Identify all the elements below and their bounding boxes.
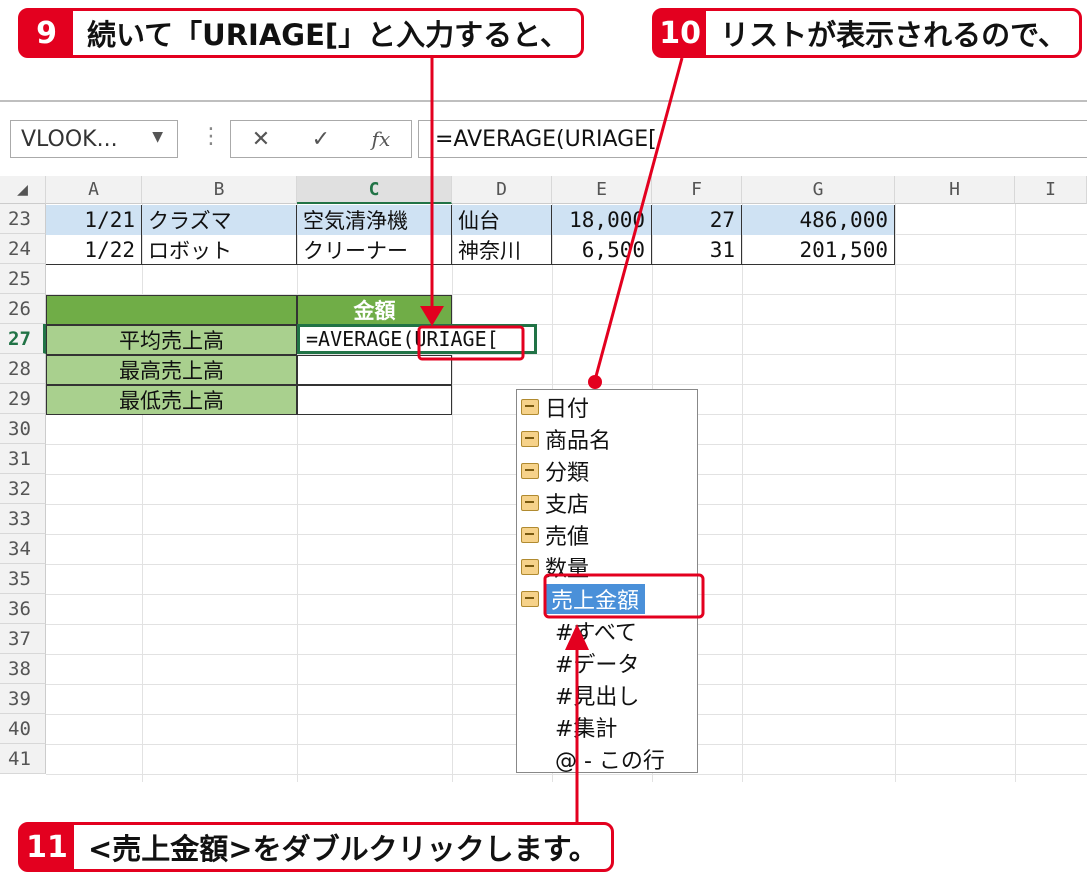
row-header-36[interactable]: 36 bbox=[0, 594, 46, 624]
row-header-28[interactable]: 28 bbox=[0, 354, 46, 384]
row-header-26[interactable]: 26 bbox=[0, 294, 46, 324]
row-header-32[interactable]: 32 bbox=[0, 474, 46, 504]
row-header-35[interactable]: 35 bbox=[0, 564, 46, 594]
callout-step-11: 11 <売上金額>をダブルクリックします。 bbox=[18, 822, 614, 872]
item-label: 売値 bbox=[545, 525, 590, 550]
autocomplete-item[interactable]: 商品名 bbox=[521, 424, 611, 454]
row-header-24[interactable]: 24 bbox=[0, 234, 46, 264]
table-column-icon bbox=[521, 527, 539, 543]
callout-step-10: 10 リストが表示されるので、 bbox=[652, 8, 1082, 58]
row-header-31[interactable]: 31 bbox=[0, 444, 46, 474]
summary-header-blank[interactable] bbox=[46, 295, 297, 325]
cell-c24[interactable]: クリーナー bbox=[297, 235, 452, 265]
chevron-down-icon[interactable]: ▼ bbox=[152, 129, 163, 145]
table-column-icon bbox=[521, 399, 539, 415]
label-average-sales[interactable]: 平均売上高 bbox=[46, 325, 297, 355]
column-header-e[interactable]: E bbox=[552, 176, 652, 204]
row-header-30[interactable]: 30 bbox=[0, 414, 46, 444]
autocomplete-item-selected[interactable]: 売上金額 bbox=[521, 584, 646, 614]
autocomplete-item[interactable]: 支店 bbox=[521, 488, 589, 518]
autocomplete-list[interactable]: 日付 商品名 分類 支店 売値 数量 売上金額 #すべて #データ #見出し #… bbox=[516, 389, 698, 774]
column-header-b[interactable]: B bbox=[142, 176, 297, 204]
row-header-29[interactable]: 29 bbox=[0, 384, 46, 414]
column-header-g[interactable]: G bbox=[742, 176, 895, 204]
step-number: 11 bbox=[20, 825, 74, 869]
cell-c27-editing[interactable]: =AVERAGE(URIAGE[ bbox=[297, 324, 537, 354]
item-label: 商品名 bbox=[545, 429, 612, 454]
callout-step-9: 9 続いて「URIAGE[」と入力すると、 bbox=[18, 8, 584, 58]
autocomplete-item[interactable]: #集計 bbox=[555, 712, 617, 742]
row-header-39[interactable]: 39 bbox=[0, 684, 46, 714]
row-header-25[interactable]: 25 bbox=[0, 264, 46, 294]
row-header-34[interactable]: 34 bbox=[0, 534, 46, 564]
cell-f24[interactable]: 31 bbox=[652, 235, 742, 265]
cell-g23[interactable]: 486,000 bbox=[742, 205, 895, 235]
table-column-icon bbox=[521, 591, 539, 607]
cell-c29[interactable] bbox=[297, 385, 452, 415]
table-column-icon bbox=[521, 463, 539, 479]
column-header-d[interactable]: D bbox=[452, 176, 552, 204]
item-label: 支店 bbox=[545, 493, 590, 518]
formula-input[interactable]: =AVERAGE(URIAGE[ bbox=[418, 120, 1087, 158]
select-all-corner[interactable]: ◢ bbox=[0, 176, 46, 204]
formula-buttons: ✕ ✓ fx bbox=[230, 120, 412, 158]
cell-b23[interactable]: クラズマ bbox=[142, 205, 297, 235]
excel-window: VLOOK... ▼ ⋮ ✕ ✓ fx =AVERAGE(URIAGE[ ◢ A… bbox=[0, 100, 1087, 782]
row-header-40[interactable]: 40 bbox=[0, 714, 46, 744]
column-header-f[interactable]: F bbox=[652, 176, 742, 204]
insert-function-icon[interactable]: fx bbox=[372, 127, 391, 151]
name-box-value: VLOOK... bbox=[21, 126, 118, 152]
step-text: リストが表示されるので、 bbox=[720, 18, 1067, 52]
autocomplete-item[interactable]: @ - この行 bbox=[555, 744, 665, 774]
column-header-a[interactable]: A bbox=[46, 176, 142, 204]
cell-e24[interactable]: 6,500 bbox=[552, 235, 652, 265]
step-text: <売上金額>をダブルクリックします。 bbox=[88, 832, 598, 866]
cell-c28[interactable] bbox=[297, 355, 452, 385]
column-header-h[interactable]: H bbox=[895, 176, 1015, 204]
cell-b24[interactable]: ロボット bbox=[142, 235, 297, 265]
cell-a23[interactable]: 1/21 bbox=[46, 205, 142, 235]
autocomplete-item[interactable]: #データ bbox=[555, 648, 639, 678]
table-column-icon bbox=[521, 431, 539, 447]
cell-d24[interactable]: 神奈川 bbox=[452, 235, 552, 265]
cancel-icon[interactable]: ✕ bbox=[252, 127, 270, 152]
item-label: 数量 bbox=[545, 557, 590, 582]
label-min-sales[interactable]: 最低売上高 bbox=[46, 385, 297, 415]
step-number: 9 bbox=[20, 11, 74, 55]
autocomplete-item[interactable]: 分類 bbox=[521, 456, 589, 486]
row-header-41[interactable]: 41 bbox=[0, 744, 46, 774]
enter-icon[interactable]: ✓ bbox=[312, 127, 330, 152]
table-column-icon bbox=[521, 495, 539, 511]
row-header-23[interactable]: 23 bbox=[0, 204, 46, 234]
step-number: 10 bbox=[654, 11, 707, 55]
column-header-i[interactable]: I bbox=[1015, 176, 1087, 204]
step-text: 続いて「URIAGE[」と入力すると、 bbox=[87, 18, 569, 52]
row-header-33[interactable]: 33 bbox=[0, 504, 46, 534]
item-label: 分類 bbox=[545, 461, 590, 486]
cell-d23[interactable]: 仙台 bbox=[452, 205, 552, 235]
item-label: 日付 bbox=[545, 397, 590, 422]
cell-a24[interactable]: 1/22 bbox=[46, 235, 142, 265]
label-max-sales[interactable]: 最高売上高 bbox=[46, 355, 297, 385]
cell-c23[interactable]: 空気清浄機 bbox=[297, 205, 452, 235]
row-header-38[interactable]: 38 bbox=[0, 654, 46, 684]
cell-g24[interactable]: 201,500 bbox=[742, 235, 895, 265]
column-header-c[interactable]: C bbox=[297, 176, 452, 204]
row-header-27[interactable]: 27 bbox=[0, 324, 46, 354]
cell-f23[interactable]: 27 bbox=[652, 205, 742, 235]
autocomplete-item[interactable]: 数量 bbox=[521, 552, 589, 582]
more-options-icon[interactable]: ⋮ bbox=[200, 124, 222, 149]
name-box[interactable]: VLOOK... ▼ bbox=[10, 120, 178, 158]
row-header-37[interactable]: 37 bbox=[0, 624, 46, 654]
summary-header-amount[interactable]: 金額 bbox=[297, 295, 452, 325]
table-column-icon bbox=[521, 559, 539, 575]
formula-bar-area: VLOOK... ▼ ⋮ ✕ ✓ fx =AVERAGE(URIAGE[ bbox=[0, 102, 1087, 176]
cell-e23[interactable]: 18,000 bbox=[552, 205, 652, 235]
item-label-selected[interactable]: 売上金額 bbox=[545, 584, 646, 614]
autocomplete-item[interactable]: #すべて bbox=[555, 616, 637, 646]
autocomplete-item[interactable]: 売値 bbox=[521, 520, 589, 550]
autocomplete-item[interactable]: 日付 bbox=[521, 392, 589, 422]
autocomplete-item[interactable]: #見出し bbox=[555, 680, 639, 710]
